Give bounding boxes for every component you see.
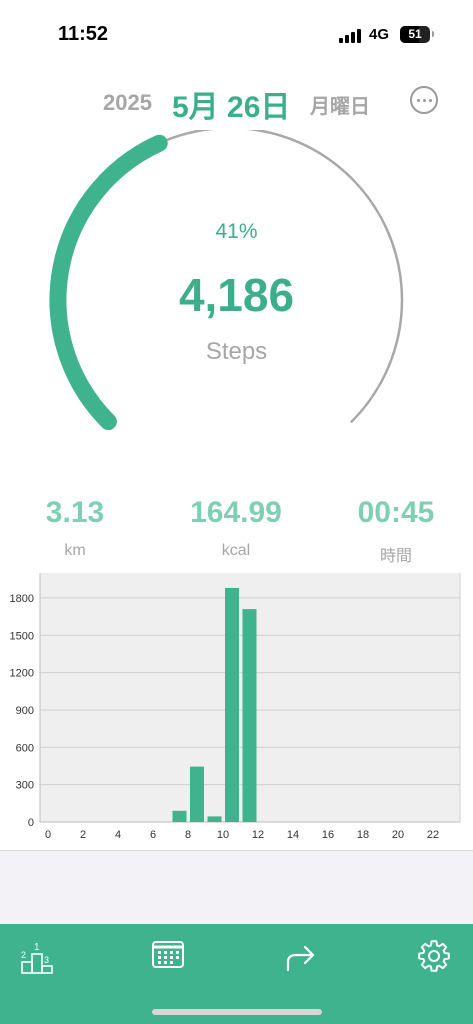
chart-bar bbox=[242, 609, 257, 822]
podium-label-third: 3 bbox=[44, 955, 49, 965]
duration-stat: 00:45 時間 bbox=[326, 496, 466, 566]
chart-x-tick-label: 10 bbox=[217, 829, 229, 841]
date-header: 2025 5月 26日 月曜日 bbox=[0, 80, 473, 124]
chart-y-ticks: 0 300 600 900 1200 1500 1800 bbox=[10, 593, 34, 829]
chart-x-tick-label: 4 bbox=[115, 829, 121, 841]
chart-x-tick-label: 20 bbox=[392, 829, 404, 841]
calories-stat: 164.99 kcal bbox=[166, 496, 306, 560]
chart-y-tick-label: 1200 bbox=[10, 668, 34, 680]
distance-stat: 3.13 km bbox=[5, 496, 145, 560]
chart-x-tick-label: 8 bbox=[185, 829, 191, 841]
steps-label: Steps bbox=[205, 338, 268, 365]
chart-bar bbox=[190, 766, 204, 822]
chart-y-tick-label: 1500 bbox=[10, 630, 34, 642]
chart-x-tick-label: 12 bbox=[252, 829, 264, 841]
ellipsis-circle-icon[interactable] bbox=[410, 86, 438, 114]
steps-count: 4,186 bbox=[178, 269, 295, 321]
chart-y-tick-label: 300 bbox=[16, 780, 34, 792]
year-label: 2025 bbox=[103, 90, 152, 115]
network-type: 4G bbox=[369, 26, 390, 43]
goal-percent: 41% bbox=[215, 220, 258, 243]
status-time: 11:52 bbox=[58, 23, 109, 45]
podium-label-first: 1 bbox=[34, 942, 40, 953]
empty-area bbox=[0, 851, 473, 924]
battery-cap bbox=[432, 31, 434, 37]
calories-value: 164.99 bbox=[190, 496, 282, 529]
podium-label-second: 2 bbox=[21, 950, 26, 960]
battery-percent: 51 bbox=[408, 27, 422, 41]
chart-x-tick-label: 18 bbox=[357, 829, 369, 841]
tab-ranking[interactable]: 2 1 3 bbox=[8, 924, 68, 994]
duration-unit: 時間 bbox=[379, 548, 412, 565]
signal-icon bbox=[339, 27, 363, 43]
calendar-icon bbox=[152, 941, 184, 968]
chart-x-tick-label: 6 bbox=[150, 829, 156, 841]
duration-value: 00:45 bbox=[357, 496, 435, 529]
podium-ranking-icon: 2 1 3 bbox=[21, 942, 53, 974]
chart-y-tick-label: 900 bbox=[16, 705, 34, 717]
tab-share[interactable] bbox=[270, 924, 330, 994]
date-label[interactable]: 5月 26日 bbox=[172, 82, 290, 126]
gear-icon bbox=[418, 940, 450, 972]
chart-x-ticks: 0 2 4 6 8 10 12 14 16 18 20 22 bbox=[45, 829, 439, 841]
chart-x-tick-label: 0 bbox=[45, 829, 51, 841]
weekday-label: 月曜日 bbox=[310, 96, 370, 118]
chart-y-tick-label: 600 bbox=[16, 742, 34, 754]
chart-x-tick-label: 22 bbox=[427, 829, 439, 841]
hourly-steps-chart: 0 2 4 6 8 10 12 14 16 18 20 22 0 300 600 900 1200 1500 18… bbox=[10, 573, 461, 841]
chart-y-tick-label: 1800 bbox=[10, 593, 34, 605]
home-indicator[interactable] bbox=[152, 1009, 322, 1015]
chart-y-tick-label: 0 bbox=[28, 817, 34, 829]
chart-bar bbox=[172, 810, 187, 822]
chart-x-tick-label: 16 bbox=[322, 829, 334, 841]
distance-unit: km bbox=[64, 542, 86, 559]
distance-value: 3.13 bbox=[45, 496, 105, 529]
share-arrow-icon bbox=[286, 945, 315, 972]
tab-settings[interactable] bbox=[404, 924, 464, 994]
tab-calendar[interactable] bbox=[138, 924, 198, 994]
battery-icon: 51 bbox=[400, 26, 430, 43]
status-bar: 11:52 4G 51 bbox=[0, 0, 473, 62]
chart-x-tick-label: 2 bbox=[80, 829, 86, 841]
chart-bar bbox=[225, 587, 239, 822]
calories-unit: kcal bbox=[221, 542, 251, 559]
chart-x-tick-label: 14 bbox=[287, 829, 299, 841]
chart-bar bbox=[207, 816, 222, 822]
